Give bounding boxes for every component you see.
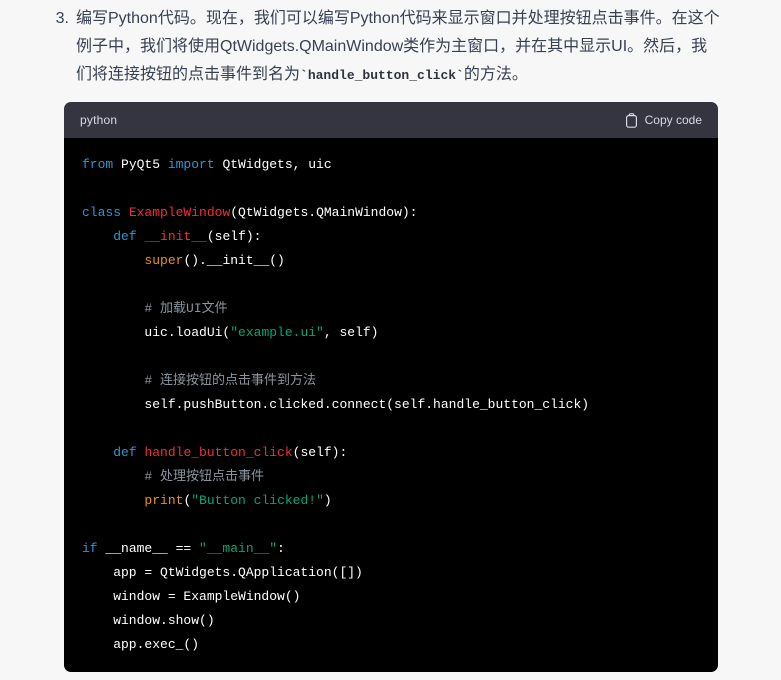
numbered-list-item: 3. 编写Python代码。现在，我们可以编写Python代码来显示窗口并处理按… — [52, 5, 720, 90]
code-line: window = ExampleWindow() — [82, 589, 301, 604]
code-line: super().__init__() — [144, 253, 285, 268]
code-line: if __name__ == "__main__": — [82, 541, 285, 556]
code-line: # 加载UI文件 — [144, 301, 228, 316]
code-line: # 处理按钮点击事件 — [144, 469, 265, 484]
code-line: class ExampleWindow(QtWidgets.QMainWindo… — [82, 205, 418, 220]
paragraph-text: 编写Python代码。现在，我们可以编写Python代码来显示窗口并处理按钮点击… — [76, 5, 720, 90]
code-line: self.pushButton.clicked.connect(self.han… — [82, 397, 590, 412]
copy-code-label: Copy code — [644, 113, 702, 127]
language-label: python — [80, 113, 118, 127]
code-line: def __init__(self): — [113, 229, 262, 244]
code-line: from PyQt5 import QtWidgets, uic — [82, 157, 332, 172]
code-line: # 连接按钮的点击事件到方法 — [144, 373, 317, 388]
copy-code-button[interactable]: Copy code — [625, 112, 702, 128]
code-line: def handle_button_click(self): — [113, 445, 348, 460]
code-content: from PyQt5 import QtWidgets, uic class E… — [64, 138, 718, 672]
code-line: app.exec_() — [82, 637, 200, 652]
inline-code: `handle_button_click` — [300, 68, 464, 83]
code-line: uic.loadUi("example.ui", self) — [82, 325, 379, 340]
code-block: python Copy code from PyQt5 import QtWid… — [64, 102, 718, 672]
assistant-message: 3. 编写Python代码。现在，我们可以编写Python代码来显示窗口并处理按… — [0, 0, 781, 672]
code-line: print("Button clicked!") — [144, 493, 332, 508]
paragraph-text-after: 的方法。 — [463, 66, 528, 83]
code-block-header: python Copy code — [64, 102, 718, 138]
code-line: app = QtWidgets.QApplication([]) — [82, 565, 363, 580]
list-number: 3. — [55, 10, 69, 27]
code-line: window.show() — [82, 613, 215, 628]
clipboard-icon — [625, 112, 638, 128]
